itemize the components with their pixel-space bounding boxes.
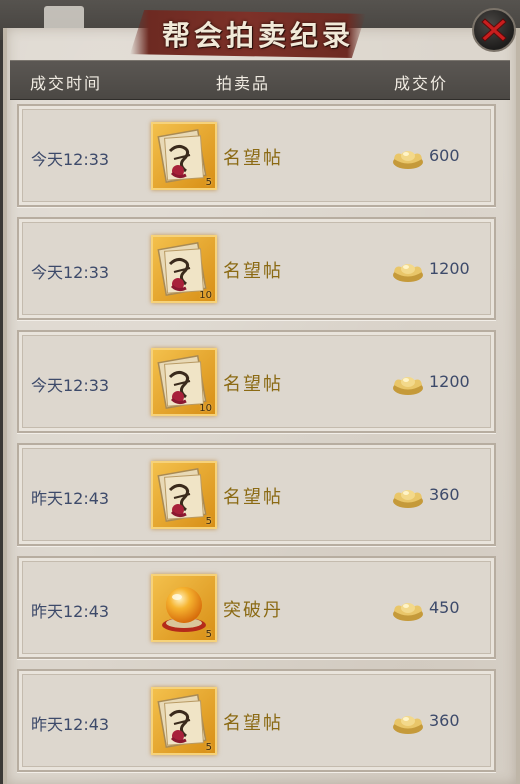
- pill-icon: [162, 587, 206, 632]
- record-row: 昨天12:43 5 突破丹 450: [17, 556, 496, 659]
- record-price: 360: [429, 485, 460, 504]
- item-quantity: 5: [205, 516, 212, 527]
- item-icon-slot[interactable]: 10: [151, 235, 217, 303]
- gold-ingot-icon: [393, 603, 423, 621]
- record-price: 450: [429, 598, 460, 617]
- record-row: 今天12:33 10 名望帖 1200: [17, 217, 496, 320]
- record-row: 今天12:33 5 名望帖 600: [17, 104, 496, 207]
- column-header-time: 成交时间: [30, 74, 103, 93]
- record-price: 360: [429, 711, 460, 730]
- gold-ingot-icon: [393, 264, 423, 282]
- panel-title: 帮会拍卖纪录: [161, 19, 354, 52]
- gold-ingot-icon: [393, 490, 423, 508]
- column-header-bar: 成交时间 拍卖品 成交价: [10, 60, 510, 100]
- record-time: 昨天12:43: [31, 489, 110, 508]
- item-name: 突破丹: [223, 600, 283, 621]
- scroll-icon: [157, 694, 207, 748]
- record-time: 今天12:33: [31, 376, 110, 395]
- item-quantity: 10: [199, 403, 212, 414]
- record-price: 600: [429, 146, 460, 165]
- gold-ingot-icon: [393, 716, 423, 734]
- record-row: 今天12:33 10 名望帖 1200: [17, 330, 496, 433]
- item-name: 名望帖: [223, 713, 283, 734]
- record-time: 今天12:33: [31, 150, 110, 169]
- item-name: 名望帖: [223, 374, 283, 395]
- scroll-icon: [157, 129, 207, 183]
- item-quantity: 5: [205, 177, 212, 188]
- item-icon-slot[interactable]: 5: [151, 574, 217, 642]
- gold-ingot-icon: [393, 151, 423, 169]
- record-time: 今天12:33: [31, 263, 110, 282]
- item-quantity: 5: [205, 629, 212, 640]
- item-icon-slot[interactable]: 5: [151, 461, 217, 529]
- item-name: 名望帖: [223, 487, 283, 508]
- close-button[interactable]: [472, 8, 516, 52]
- scroll-icon: [157, 468, 207, 522]
- item-icon-slot[interactable]: 5: [151, 122, 217, 190]
- record-price: 1200: [429, 372, 470, 391]
- column-header-price: 成交价: [394, 74, 449, 93]
- item-name: 名望帖: [223, 261, 283, 282]
- record-row: 昨天12:43 5 名望帖 360: [17, 443, 496, 546]
- column-header-item: 拍卖品: [216, 74, 271, 93]
- item-icon-slot[interactable]: 10: [151, 348, 217, 416]
- record-time: 昨天12:43: [31, 602, 110, 621]
- gold-ingot-icon: [393, 377, 423, 395]
- item-quantity: 10: [199, 290, 212, 301]
- close-icon: [481, 18, 507, 42]
- record-time: 昨天12:43: [31, 715, 110, 734]
- item-icon-slot[interactable]: 5: [151, 687, 217, 755]
- record-price: 1200: [429, 259, 470, 278]
- item-name: 名望帖: [223, 148, 283, 169]
- record-row: 昨天12:43 5 名望帖 360: [17, 669, 496, 772]
- item-quantity: 5: [205, 742, 212, 753]
